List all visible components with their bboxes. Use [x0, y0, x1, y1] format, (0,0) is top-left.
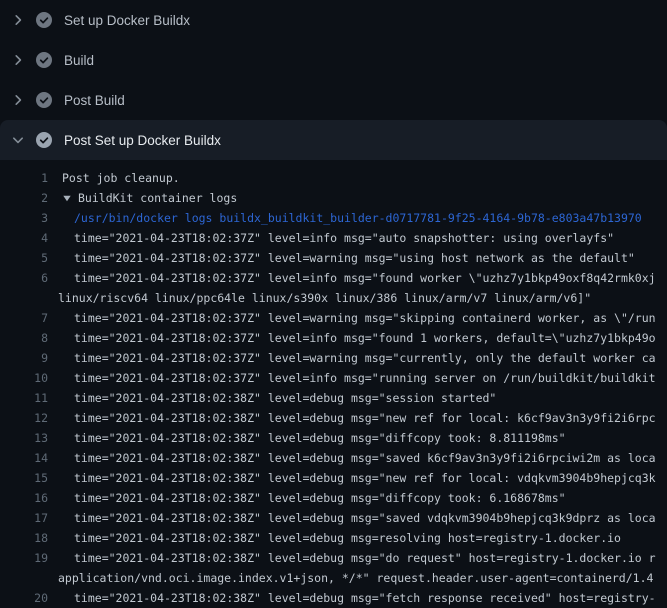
- log-line-text: time="2021-04-23T18:02:38Z" level=debug …: [48, 468, 656, 488]
- log-line-text: time="2021-04-23T18:02:38Z" level=debug …: [48, 408, 656, 428]
- log-line-text: time="2021-04-23T18:02:37Z" level=warnin…: [48, 248, 635, 268]
- log-line-text: time="2021-04-23T18:02:37Z" level=info m…: [48, 368, 656, 388]
- log-line-text: /usr/bin/docker logs buildx_buildkit_bui…: [48, 208, 642, 228]
- log-line-text: time="2021-04-23T18:02:37Z" level=info m…: [48, 328, 656, 348]
- chevron-right-icon: [10, 92, 26, 108]
- step-section-build[interactable]: Build: [0, 40, 667, 80]
- log-line-text: time="2021-04-23T18:02:38Z" level=debug …: [48, 548, 656, 568]
- group-expander-icon[interactable]: [48, 188, 72, 208]
- log-line-number[interactable]: 8: [0, 328, 48, 348]
- log-line: 6 time="2021-04-23T18:02:37Z" level=info…: [0, 268, 667, 288]
- log-line-text: application/vnd.oci.image.index.v1+json,…: [48, 568, 653, 588]
- log-line: 2 BuildKit container logs: [0, 188, 667, 208]
- log-line-text: Post job cleanup.: [48, 168, 180, 188]
- log-line-number[interactable]: 10: [0, 368, 48, 388]
- log-line-number[interactable]: 20: [0, 588, 48, 608]
- log-line-text: time="2021-04-23T18:02:38Z" level=debug …: [48, 508, 656, 528]
- log-line-number[interactable]: 2: [0, 188, 48, 208]
- check-circle-icon: [36, 132, 52, 148]
- log-line-number[interactable]: [0, 568, 48, 588]
- log-line: 14 time="2021-04-23T18:02:38Z" level=deb…: [0, 448, 667, 468]
- chevron-right-icon: [10, 12, 26, 28]
- step-section-set-up-docker-buildx[interactable]: Set up Docker Buildx: [0, 0, 667, 40]
- log-line-number[interactable]: 9: [0, 348, 48, 368]
- log-line-number[interactable]: 16: [0, 488, 48, 508]
- check-circle-icon: [36, 12, 52, 28]
- section-list: Set up Docker Buildx Build Post Build: [0, 0, 667, 160]
- log-line: 15 time="2021-04-23T18:02:38Z" level=deb…: [0, 468, 667, 488]
- log-line: application/vnd.oci.image.index.v1+json,…: [0, 568, 667, 588]
- log-line-text: linux/riscv64 linux/ppc64le linux/s390x …: [48, 288, 591, 308]
- log-line: 5 time="2021-04-23T18:02:37Z" level=warn…: [0, 248, 667, 268]
- log-line: 18 time="2021-04-23T18:02:38Z" level=deb…: [0, 528, 667, 548]
- log-line: 20 time="2021-04-23T18:02:38Z" level=deb…: [0, 588, 667, 608]
- step-section-label: Build: [64, 53, 94, 68]
- log-line-text: time="2021-04-23T18:02:37Z" level=info m…: [48, 228, 614, 248]
- log-line-number[interactable]: 7: [0, 308, 48, 328]
- log-line-number[interactable]: 3: [0, 208, 48, 228]
- log-line-text: time="2021-04-23T18:02:38Z" level=debug …: [48, 488, 566, 508]
- step-section-label: Post Set up Docker Buildx: [64, 133, 221, 148]
- log-line-text: time="2021-04-23T18:02:38Z" level=debug …: [48, 528, 621, 548]
- log-line-number[interactable]: 4: [0, 228, 48, 248]
- log-line-text: time="2021-04-23T18:02:38Z" level=debug …: [48, 428, 566, 448]
- log-line: 19 time="2021-04-23T18:02:38Z" level=deb…: [0, 548, 667, 568]
- log-line-number[interactable]: 19: [0, 548, 48, 568]
- log-line-text: time="2021-04-23T18:02:37Z" level=warnin…: [48, 308, 656, 328]
- log-line-text: time="2021-04-23T18:02:38Z" level=debug …: [48, 588, 656, 608]
- log-line-number[interactable]: [0, 288, 48, 308]
- log-line-number[interactable]: 17: [0, 508, 48, 528]
- log-line-number[interactable]: 18: [0, 528, 48, 548]
- log-line-text: time="2021-04-23T18:02:37Z" level=info m…: [48, 268, 656, 288]
- log-line-number[interactable]: 11: [0, 388, 48, 408]
- log-view: 1 Post job cleanup. 2 BuildKit container…: [0, 160, 667, 608]
- log-line-text: BuildKit container logs: [72, 188, 237, 208]
- log-line: 8 time="2021-04-23T18:02:37Z" level=info…: [0, 328, 667, 348]
- log-line-number[interactable]: 1: [0, 168, 48, 188]
- check-circle-icon: [36, 92, 52, 108]
- log-line-text: time="2021-04-23T18:02:37Z" level=warnin…: [48, 348, 656, 368]
- log-line-number[interactable]: 12: [0, 408, 48, 428]
- log-line-number[interactable]: 14: [0, 448, 48, 468]
- step-section-post-build[interactable]: Post Build: [0, 80, 667, 120]
- job-log-panel: Set up Docker Buildx Build Post Build: [0, 0, 667, 608]
- log-line: 11 time="2021-04-23T18:02:38Z" level=deb…: [0, 388, 667, 408]
- log-line: 4 time="2021-04-23T18:02:37Z" level=info…: [0, 228, 667, 248]
- chevron-right-icon: [10, 52, 26, 68]
- log-line: 9 time="2021-04-23T18:02:37Z" level=warn…: [0, 348, 667, 368]
- log-line-number[interactable]: 13: [0, 428, 48, 448]
- log-line: 13 time="2021-04-23T18:02:38Z" level=deb…: [0, 428, 667, 448]
- log-line: 12 time="2021-04-23T18:02:38Z" level=deb…: [0, 408, 667, 428]
- log-line: linux/riscv64 linux/ppc64le linux/s390x …: [0, 288, 667, 308]
- log-line: 17 time="2021-04-23T18:02:38Z" level=deb…: [0, 508, 667, 528]
- log-line: 10 time="2021-04-23T18:02:37Z" level=inf…: [0, 368, 667, 388]
- log-line: 16 time="2021-04-23T18:02:38Z" level=deb…: [0, 488, 667, 508]
- step-section-label: Post Build: [64, 93, 125, 108]
- log-line-number[interactable]: 6: [0, 268, 48, 288]
- log-line-number[interactable]: 5: [0, 248, 48, 268]
- log-line: 3 /usr/bin/docker logs buildx_buildkit_b…: [0, 208, 667, 228]
- check-circle-icon: [36, 52, 52, 68]
- step-section-label: Set up Docker Buildx: [64, 13, 190, 28]
- log-line-text: time="2021-04-23T18:02:38Z" level=debug …: [48, 448, 656, 468]
- log-line: 7 time="2021-04-23T18:02:37Z" level=warn…: [0, 308, 667, 328]
- log-line-text: time="2021-04-23T18:02:38Z" level=debug …: [48, 388, 496, 408]
- chevron-down-icon: [10, 132, 26, 148]
- log-line-number[interactable]: 15: [0, 468, 48, 488]
- step-section-post-set-up-docker-buildx[interactable]: Post Set up Docker Buildx: [0, 120, 667, 160]
- log-line: 1 Post job cleanup.: [0, 168, 667, 188]
